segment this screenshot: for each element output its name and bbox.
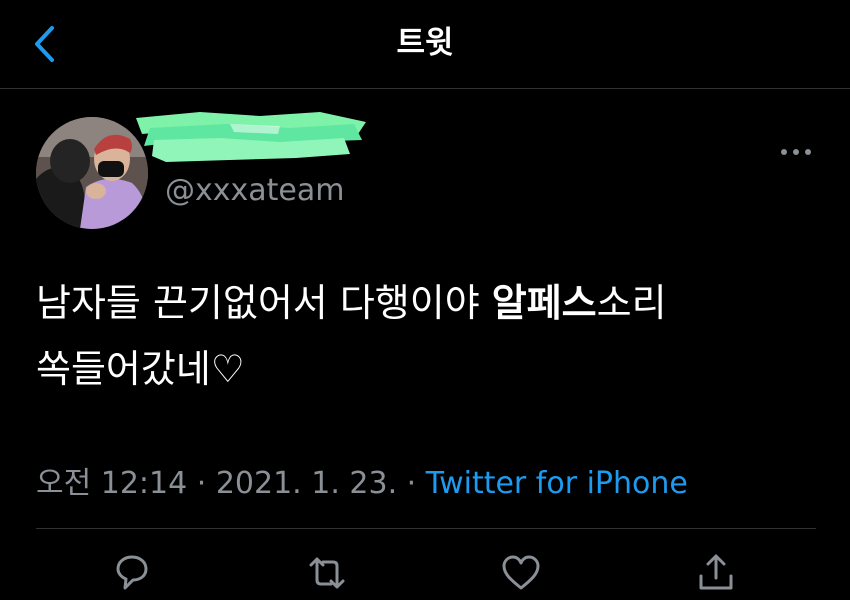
more-options-button[interactable] (772, 134, 820, 170)
back-button[interactable] (22, 22, 66, 66)
like-button[interactable] (498, 550, 544, 596)
heart-icon (502, 555, 540, 590)
retweet-button[interactable] (304, 550, 350, 596)
tweet-line-2: 쏙들어갔네♡ (36, 347, 245, 391)
tweet-date: 2021. 1. 23. (215, 466, 398, 501)
display-name-redacted (136, 112, 366, 162)
retweet-icon (309, 557, 345, 589)
reply-button[interactable] (109, 550, 155, 596)
chevron-left-icon (35, 26, 54, 62)
meta-separator: · (187, 466, 216, 501)
page-title: 트윗 (396, 25, 454, 61)
meta-separator: · (397, 466, 426, 501)
tweet-line-1: 남자들 끈기없어서 다행이야 알페스소리 (36, 270, 816, 336)
tweet-text: 남자들 끈기없어서 다행이야 알페스소리 쏙들어갔네♡ (36, 270, 816, 402)
share-icon (699, 554, 733, 590)
tweet-meta: 오전 12:14 · 2021. 1. 23. · Twitter for iP… (36, 458, 688, 502)
more-dots-icon (781, 149, 811, 155)
author-handle[interactable]: @xxxateam (165, 173, 344, 208)
reply-icon (116, 555, 148, 590)
tweet-text-bold: 알페스 (491, 281, 597, 325)
tweet-source-link[interactable]: Twitter for iPhone (426, 466, 688, 501)
tweet-text-segment: 소리 (596, 281, 667, 325)
top-bar: 트윗 (0, 0, 850, 89)
tweet-time: 오전 12:14 (36, 466, 188, 501)
divider (36, 528, 816, 529)
share-button[interactable] (693, 550, 739, 596)
tweet-text-segment: 남자들 끈기없어서 다행이야 (36, 281, 492, 325)
